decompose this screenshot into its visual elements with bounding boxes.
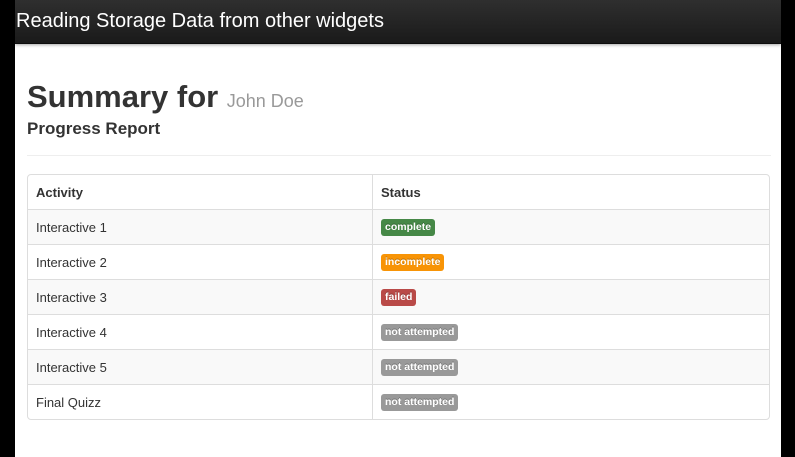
title-bar: Reading Storage Data from other widgets bbox=[15, 0, 781, 44]
summary-header: Summary for John Doe Progress Report bbox=[27, 79, 771, 139]
table-row: Interactive 5 not attempted bbox=[28, 349, 769, 384]
header-divider bbox=[27, 155, 771, 156]
activity-cell: Interactive 2 bbox=[28, 245, 373, 279]
table-row: Interactive 2 incomplete bbox=[28, 244, 769, 279]
activity-cell: Interactive 4 bbox=[28, 315, 373, 349]
status-badge: complete bbox=[381, 218, 436, 236]
status-cell: failed bbox=[373, 280, 769, 314]
table-header-row: Activity Status bbox=[28, 175, 769, 209]
column-header-activity: Activity bbox=[28, 175, 373, 209]
progress-table: Activity Status Interactive 1 complete I… bbox=[27, 174, 770, 420]
status-cell: not attempted bbox=[373, 315, 769, 349]
table-row: Interactive 3 failed bbox=[28, 279, 769, 314]
status-badge: not attempted bbox=[381, 323, 459, 341]
app-window: Reading Storage Data from other widgets … bbox=[15, 0, 781, 457]
status-badge: not attempted bbox=[381, 393, 459, 411]
activity-cell: Interactive 3 bbox=[28, 280, 373, 314]
table-row: Interactive 4 not attempted bbox=[28, 314, 769, 349]
user-name: John Doe bbox=[226, 91, 304, 111]
table-row: Interactive 1 complete bbox=[28, 209, 769, 244]
status-badge: failed bbox=[381, 288, 417, 306]
summary-heading: Summary for bbox=[27, 79, 219, 114]
status-badge: incomplete bbox=[381, 253, 445, 271]
summary-title: Summary for John Doe bbox=[27, 79, 771, 121]
table-row: Final Quizz not attempted bbox=[28, 384, 769, 419]
activity-cell: Final Quizz bbox=[28, 385, 373, 419]
column-header-status: Status bbox=[381, 184, 421, 200]
activity-cell: Interactive 5 bbox=[28, 350, 373, 384]
window-title: Reading Storage Data from other widgets bbox=[16, 10, 384, 32]
status-cell: complete bbox=[373, 210, 769, 244]
status-cell: incomplete bbox=[373, 245, 769, 279]
status-cell: not attempted bbox=[373, 350, 769, 384]
status-badge: not attempted bbox=[381, 358, 459, 376]
status-cell: not attempted bbox=[373, 385, 769, 419]
progress-report-title: Progress Report bbox=[27, 119, 161, 138]
activity-cell: Interactive 1 bbox=[28, 210, 373, 244]
